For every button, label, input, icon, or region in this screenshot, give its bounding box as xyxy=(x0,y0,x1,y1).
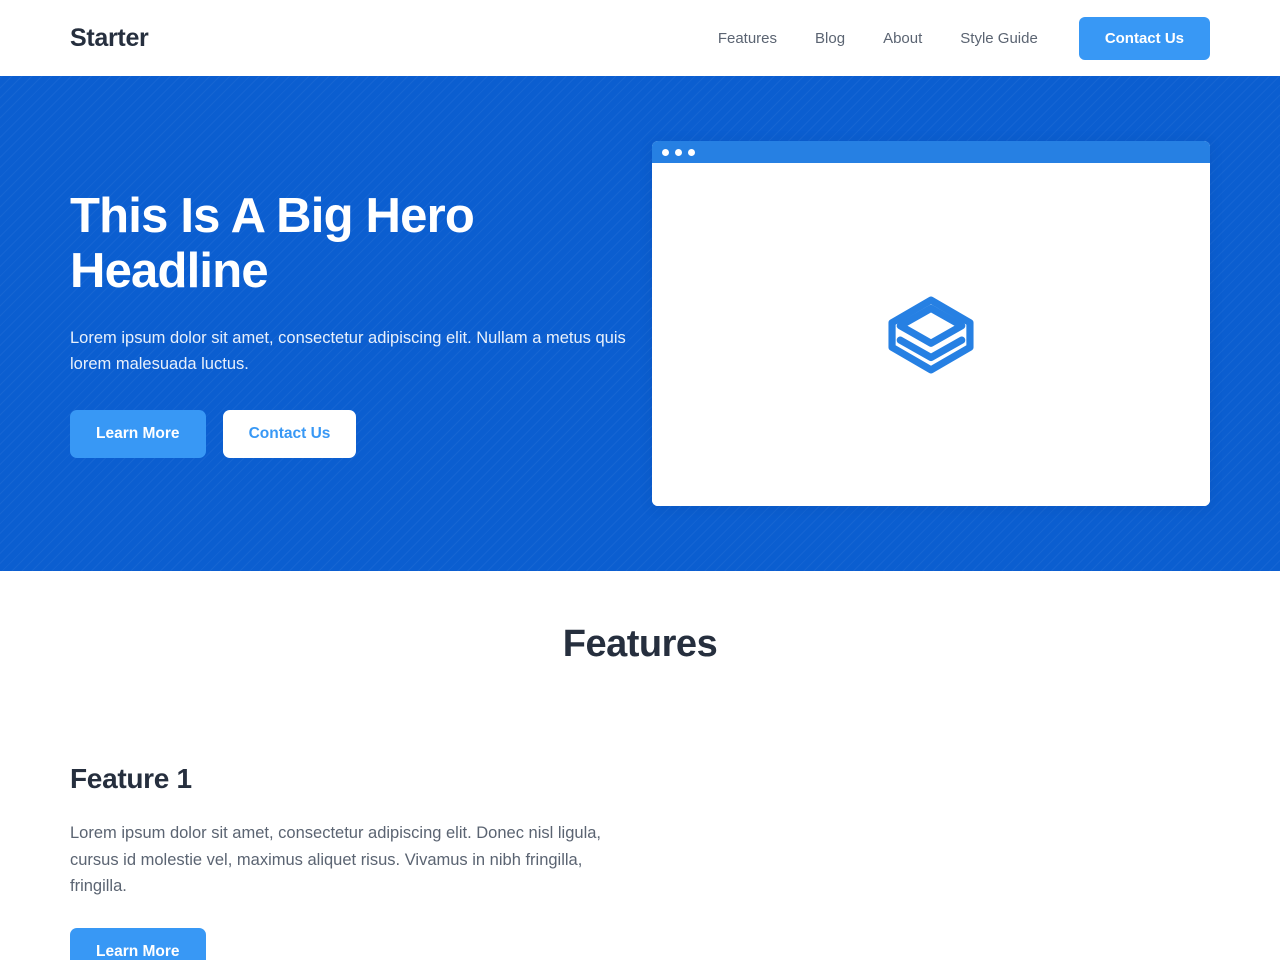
hero-contact-us-button[interactable]: Contact Us xyxy=(222,410,357,459)
features-section-title: Features xyxy=(562,623,718,665)
nav-link-style-guide[interactable]: Style Guide xyxy=(941,30,1057,47)
features-section: Features Feature 1 Lorem ipsum dolor sit… xyxy=(0,571,1280,960)
feature-learn-more-button[interactable]: Learn More xyxy=(70,928,206,960)
stacked-layers-logo-icon xyxy=(888,296,974,373)
feature-row: Feature 1 Lorem ipsum dolor sit amet, co… xyxy=(0,721,1280,960)
brand-logo[interactable]: Starter xyxy=(70,24,149,53)
window-dot-close-icon xyxy=(662,148,669,156)
nav-link-features[interactable]: Features xyxy=(699,30,796,47)
nav-link-about[interactable]: About xyxy=(864,30,941,47)
feature-copy: Feature 1 Lorem ipsum dolor sit amet, co… xyxy=(70,721,615,960)
hero-button-group: Learn More Contact Us xyxy=(70,410,630,459)
feature-description: Lorem ipsum dolor sit amet, consectetur … xyxy=(70,824,601,896)
window-dot-minimize-icon xyxy=(675,148,682,156)
nav-links: Features Blog About Style Guide Contact … xyxy=(699,16,1210,60)
nav-link-blog[interactable]: Blog xyxy=(796,30,864,47)
nav-contact-us-button[interactable]: Contact Us xyxy=(1078,16,1210,60)
hero-section: This Is A Big Hero Headline Lorem ipsum … xyxy=(0,76,1280,571)
hero-subtitle: Lorem ipsum dolor sit amet, consectetur … xyxy=(70,328,626,374)
hero-learn-more-button[interactable]: Learn More xyxy=(70,410,206,459)
hero-headline: This Is A Big Hero Headline xyxy=(70,188,475,298)
mockup-content xyxy=(652,163,1210,506)
hero-copy: This Is A Big Hero Headline Lorem ipsum … xyxy=(70,188,630,459)
hero-browser-mockup xyxy=(652,141,1210,506)
window-dot-maximize-icon xyxy=(688,148,695,156)
navbar: Starter Features Blog About Style Guide … xyxy=(0,0,1280,76)
mockup-titlebar xyxy=(652,141,1210,163)
feature-title: Feature 1 xyxy=(70,763,192,794)
